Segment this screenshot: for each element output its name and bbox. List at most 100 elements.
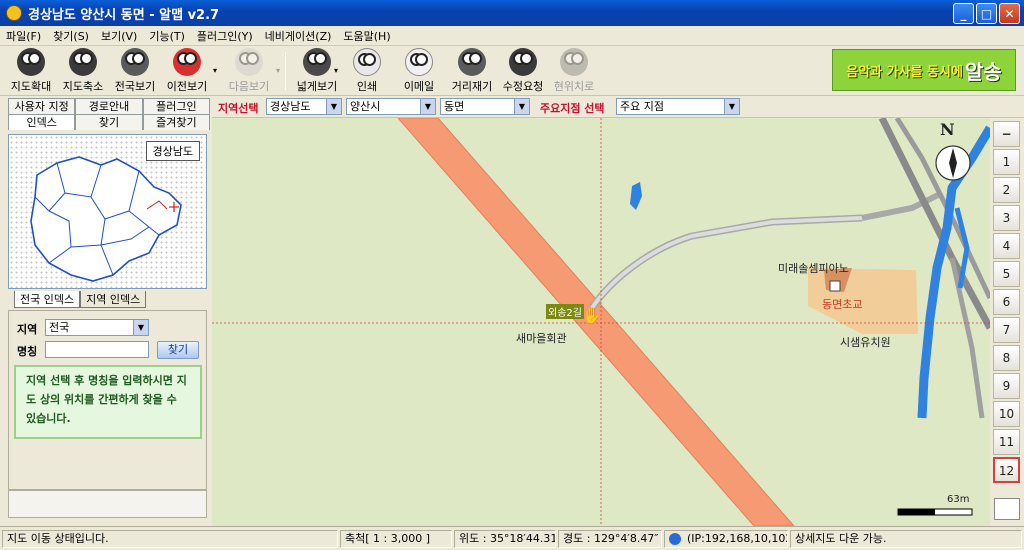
title-bar: 경상남도 양산시 동면 - 알맵 v2.7 _ □ ✕ (0, 0, 1024, 26)
prev-view-label: 이전보기 (166, 80, 208, 93)
wide-view-dropdown-icon[interactable]: ▾ (334, 66, 338, 75)
print-button[interactable]: 인쇄 (344, 48, 390, 94)
close-button[interactable]: ✕ (999, 3, 1020, 24)
town-select[interactable]: 동면 ▼ (440, 98, 530, 115)
tab-favorites[interactable]: 즐겨찾기 (142, 114, 210, 130)
tab-national-index[interactable]: 전국 인덱스 (14, 291, 81, 308)
zoom-level-7[interactable]: 7 (993, 317, 1020, 343)
menu-plugins[interactable]: 플러그인(Y) (191, 28, 259, 44)
zoom-level-10[interactable]: 10 (993, 401, 1020, 427)
banner-brand: 알송 (964, 59, 1002, 84)
map-label-kindergarten[interactable]: 시샘유치원 (840, 334, 891, 350)
menu-help[interactable]: 도움말(H) (337, 28, 396, 44)
menu-find[interactable]: 찾기(S) (47, 28, 95, 44)
zoom-level-1[interactable]: 1 (993, 149, 1020, 175)
map-label-piano[interactable]: 미래솔셈피아노 (778, 260, 849, 276)
status-detail: 상세지도 다운 가능. (790, 530, 1022, 548)
map-label-road[interactable]: 외송2길 (546, 304, 584, 319)
location-icon (560, 48, 588, 76)
toolbar-separator (285, 52, 286, 90)
maximize-button[interactable]: □ (976, 3, 997, 24)
town-value: 동면 (444, 100, 465, 113)
result-bar (8, 490, 207, 518)
tab-plugins[interactable]: 플러그인 (142, 98, 210, 114)
tab-row-top: 사용자 지정 경로안내 플러그인 (8, 98, 210, 114)
globe-icon (669, 533, 681, 545)
zoom-out-button[interactable]: 지도축소 (58, 48, 108, 94)
app-icon (6, 5, 22, 21)
menu-tools[interactable]: 기능(T) (143, 28, 191, 44)
index-minimap[interactable]: 경상남도 (8, 134, 207, 289)
ruler-icon (458, 48, 486, 76)
find-button[interactable]: 찾기 (157, 341, 199, 359)
zoom-out-label: 지도축소 (62, 80, 104, 93)
toolbar: 지도확대 지도축소 전국보기 이전보기 ▾ 다음보기 ▾ 넓게보기 ▾ 인쇄 이… (0, 46, 1024, 96)
email-button[interactable]: 이메일 (394, 48, 444, 94)
poi-select[interactable]: 주요 지점 ▼ (616, 98, 740, 115)
next-view-icon (235, 48, 263, 76)
measure-label: 거리재기 (451, 80, 493, 93)
selector-bar: 지역선택 경상남도 ▼ 양산시 ▼ 동면 ▼ 주요지점 선택 주요 지점 ▼ (212, 96, 1024, 118)
status-latitude: 위도 : 35°18′44.31″ (454, 530, 556, 548)
region-select-label: 지역선택 (218, 102, 259, 115)
banner-text: 음악과 가사를 동시에 (846, 64, 963, 80)
region-label: 지역 (17, 323, 38, 336)
printer-icon (353, 48, 381, 76)
next-view-button[interactable]: 다음보기 (224, 48, 274, 94)
map-canvas[interactable]: N 63m 새마을회관 외송2길 미래솔셈피아노 동면초교 시샘유치원 ✋ (212, 118, 990, 526)
name-input[interactable] (45, 341, 149, 358)
zoom-level-8[interactable]: 8 (993, 345, 1020, 371)
tab-user-defined[interactable]: 사용자 지정 (8, 98, 76, 114)
map-label-village-hall[interactable]: 새마을회관 (516, 330, 567, 346)
full-view-button[interactable]: 전국보기 (110, 48, 160, 94)
poi-value: 주요 지점 (620, 100, 664, 113)
province-select[interactable]: 경상남도 ▼ (266, 98, 342, 115)
zoom-level-6[interactable]: 6 (993, 289, 1020, 315)
tab-find[interactable]: 찾기 (75, 114, 143, 130)
zoom-minus-button[interactable]: − (993, 121, 1020, 147)
search-tip: 지역 선택 후 명칭을 입력하시면 지도 상의 위치를 간편하게 찾을 수 있습… (14, 365, 202, 439)
zoom-in-button[interactable]: 지도확대 (6, 48, 56, 94)
menu-file[interactable]: 파일(F) (0, 28, 47, 44)
region-select[interactable]: 전국 ▼ (45, 319, 149, 336)
zoom-level-12[interactable]: 12 (993, 457, 1020, 483)
current-location-button[interactable]: 현위치로 (548, 48, 600, 94)
menu-navigation[interactable]: 네비게이션(Z) (259, 28, 338, 44)
prev-view-dropdown-icon[interactable]: ▾ (213, 66, 217, 75)
chevron-down-icon: ▼ (326, 99, 341, 114)
zoom-level-9[interactable]: 9 (993, 373, 1020, 399)
zoom-level-5[interactable]: 5 (993, 261, 1020, 287)
next-view-dropdown-icon[interactable]: ▾ (276, 66, 280, 75)
prev-view-button[interactable]: 이전보기 (162, 48, 212, 94)
zoom-level-11[interactable]: 11 (993, 429, 1020, 455)
zoom-in-icon (17, 48, 45, 76)
left-panel: 사용자 지정 경로안내 플러그인 인덱스 찾기 즐겨찾기 경상남도 전국 인덱스… (0, 96, 212, 526)
poi-select-label: 주요지점 선택 (540, 102, 605, 115)
status-ip-text: (IP:192,168,10,102) (687, 532, 788, 545)
city-select[interactable]: 양산시 ▼ (346, 98, 436, 115)
correction-label: 수정요청 (502, 80, 544, 93)
zoom-level-2[interactable]: 2 (993, 177, 1020, 203)
minimize-button[interactable]: _ (953, 3, 974, 24)
tab-index[interactable]: 인덱스 (8, 114, 76, 130)
zoom-level-4[interactable]: 4 (993, 233, 1020, 259)
chevron-down-icon: ▼ (420, 99, 435, 114)
wide-view-label: 넓게보기 (296, 80, 338, 93)
tab-row-bottom: 인덱스 찾기 즐겨찾기 (8, 114, 210, 130)
minimap-tabs: 전국 인덱스 지역 인덱스 (14, 291, 147, 308)
zoom-level-3[interactable]: 3 (993, 205, 1020, 231)
name-label: 명칭 (17, 345, 38, 358)
next-view-label: 다음보기 (228, 80, 270, 93)
province-value: 경상남도 (270, 100, 311, 113)
tab-region-index[interactable]: 지역 인덱스 (80, 291, 147, 308)
layers-icon[interactable] (994, 498, 1020, 520)
measure-button[interactable]: 거리재기 (446, 48, 498, 94)
zoom-level-bar: − 1 2 3 4 5 6 7 8 9 10 11 12 (990, 118, 1024, 526)
tab-route[interactable]: 경로안내 (75, 98, 143, 114)
ad-banner[interactable]: 음악과 가사를 동시에 알송 (832, 49, 1016, 91)
menu-view[interactable]: 보기(V) (95, 28, 143, 44)
map-label-school[interactable]: 동면초교 (822, 296, 862, 312)
scale-bar-label: 63m (947, 494, 970, 505)
correction-button[interactable]: 수정요청 (498, 48, 548, 94)
region-select-value: 전국 (49, 321, 70, 334)
